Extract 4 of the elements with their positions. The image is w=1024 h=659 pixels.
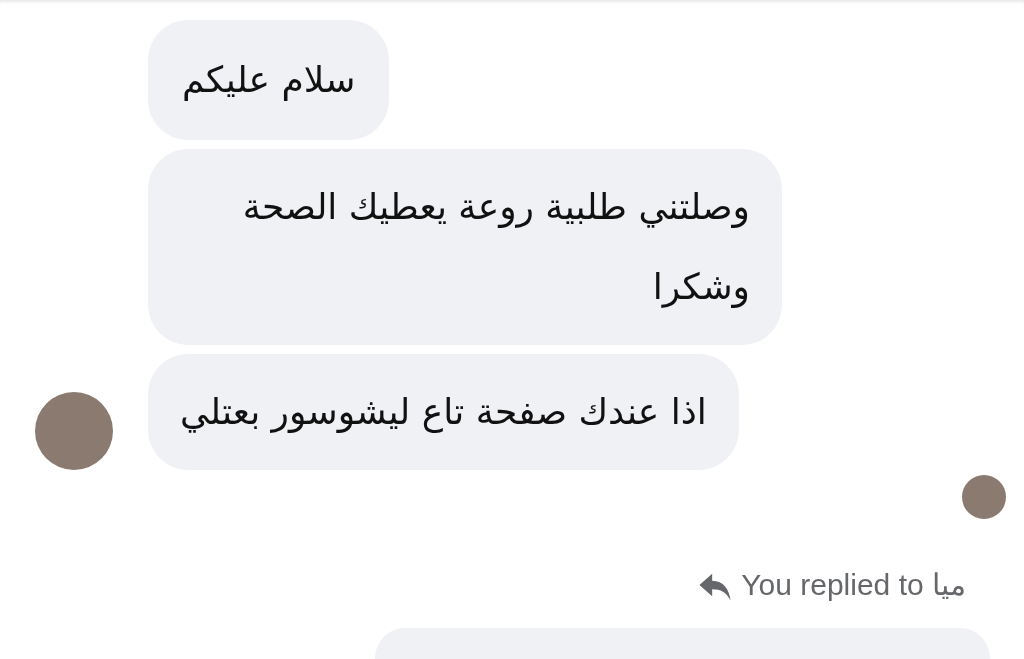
message-bubble: وصلتني طلبية روعة يعطيك الصحة وشكرا [148, 149, 782, 345]
message-bubble: اذا عندك صفحة تاع ليشوسور بعتلي [148, 354, 739, 470]
message-bubble: سلام عليكم [148, 20, 390, 140]
seen-avatar-photo-placeholder [962, 475, 1006, 519]
